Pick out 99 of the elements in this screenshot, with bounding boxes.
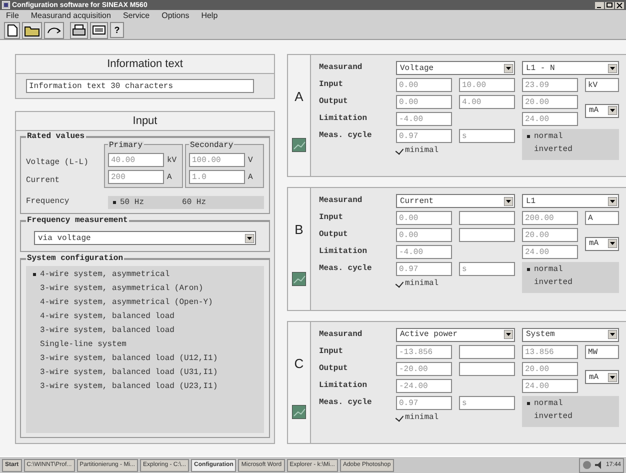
field-label: Input (319, 212, 344, 224)
input-field[interactable] (459, 211, 515, 226)
radio-button[interactable]: normal (526, 265, 615, 274)
unit-label: V (248, 156, 254, 164)
group-title: Rated values (26, 132, 86, 141)
channel-letter: C (294, 356, 304, 371)
channel-letter: A (294, 89, 304, 104)
help-button[interactable]: ? (110, 22, 124, 38)
radio-button[interactable]: 3-wire system, balanced load (U31,I1) (32, 368, 258, 378)
radio-button[interactable]: 3-wire system, balanced load (32, 326, 258, 336)
radio-button[interactable]: inverted (526, 278, 615, 288)
unit-label: kV (167, 156, 178, 164)
dropdown[interactable]: L1 (522, 194, 619, 208)
panel-title: Information text (16, 55, 274, 74)
minimize-icon[interactable] (595, 2, 604, 8)
dropdown-arrow-icon[interactable] (608, 239, 617, 248)
dropdown[interactable]: mA (585, 370, 619, 384)
field-label: Measurand (319, 328, 364, 341)
dropdown-arrow-icon[interactable] (504, 64, 513, 72)
radio-button[interactable]: 4-wire system, asymmetrical (Open-Y) (32, 298, 258, 308)
field-label: Meas. cycle (319, 263, 373, 276)
checkbox[interactable]: minimal (396, 146, 515, 160)
input-field[interactable] (459, 362, 515, 376)
speaker-icon[interactable] (594, 460, 604, 470)
transfer-icon[interactable] (44, 22, 64, 38)
maximize-icon[interactable] (605, 2, 614, 8)
group-title: Frequency measurement (26, 216, 129, 225)
field-label: Limitation (319, 380, 368, 392)
field-label: Measurand (319, 195, 364, 208)
dropdown[interactable]: mA (585, 104, 619, 118)
group-title: Secondary (189, 141, 234, 150)
printer-icon[interactable] (70, 22, 88, 38)
panel-title: Input (16, 112, 274, 131)
field-label: Output (319, 362, 349, 375)
radio-button[interactable]: 4-wire system, balanced load (32, 312, 258, 322)
radio-button[interactable]: 3-wire system, balanced load (U23,I1) (32, 382, 258, 392)
folder-icon[interactable] (22, 22, 42, 38)
app-icon[interactable] (2, 1, 10, 9)
field-label: Limitation (319, 246, 368, 258)
menu-item[interactable]: Help (201, 11, 218, 20)
radio-button[interactable]: normal (526, 398, 615, 408)
chart-icon[interactable] (292, 404, 306, 419)
dropdown[interactable]: Active power (396, 328, 515, 342)
field-label: Input (319, 346, 344, 358)
monitor-icon[interactable] (90, 22, 108, 38)
chart-icon[interactable] (292, 138, 306, 152)
unit-label: A (248, 172, 254, 182)
checkbox[interactable]: minimal (396, 412, 515, 427)
dropdown[interactable]: System (522, 328, 619, 342)
input-field[interactable] (459, 228, 515, 242)
text-field[interactable]: Information text 30 characters (26, 79, 254, 93)
dropdown-arrow-icon[interactable] (608, 196, 617, 206)
field-label: Current (26, 175, 61, 187)
dropdown-arrow-icon[interactable] (245, 234, 254, 242)
dropdown-arrow-icon[interactable] (608, 330, 617, 340)
channel-letter: B (294, 222, 304, 238)
checkbox[interactable]: minimal (396, 279, 515, 294)
input-field[interactable] (459, 344, 515, 359)
dropdown-arrow-icon[interactable] (608, 106, 617, 115)
radio-button[interactable]: inverted (526, 412, 615, 421)
close-icon[interactable] (615, 2, 624, 8)
field-label: Voltage (L-L) (26, 157, 90, 169)
field-label: Limitation (319, 113, 368, 125)
radio-button[interactable]: inverted (526, 145, 615, 154)
field-label: Output (319, 96, 349, 108)
dropdown[interactable]: Current (396, 194, 515, 208)
radio-button[interactable]: Single-line system (32, 340, 258, 350)
radio-button[interactable]: 3-wire system, balanced load (U12,I1) (32, 354, 258, 364)
radio-button[interactable]: 3-wire system, asymmetrical (Aron) (32, 284, 258, 294)
input-field[interactable]: kV (585, 78, 619, 92)
field-label: Input (319, 79, 344, 91)
group-title: Primary (108, 141, 144, 150)
radio-button[interactable]: normal (526, 132, 615, 141)
dropdown-arrow-icon[interactable] (504, 196, 513, 206)
dropdown-arrow-icon[interactable] (504, 330, 513, 340)
field-label: Measurand (319, 62, 364, 74)
input-field[interactable]: A (585, 211, 619, 226)
dropdown[interactable]: L1 - N (522, 61, 619, 75)
menu-item[interactable]: Service (122, 11, 150, 20)
field-label: Meas. cycle (319, 130, 373, 142)
unit-label: A (167, 172, 173, 182)
group-title: System configuration (26, 254, 124, 263)
chart-icon[interactable] (292, 272, 306, 286)
field-label: Output (319, 229, 349, 242)
menu-item[interactable]: Options (162, 11, 190, 20)
dropdown-arrow-icon[interactable] (608, 372, 617, 382)
menu-item[interactable]: File (6, 11, 19, 20)
dropdown-arrow-icon[interactable] (608, 64, 617, 72)
field-label: Frequency (26, 196, 70, 208)
input-field[interactable]: MW (585, 344, 619, 359)
new-file-icon[interactable] (4, 22, 20, 38)
dropdown[interactable]: Voltage (396, 61, 515, 75)
dropdown[interactable]: via voltage (34, 231, 256, 245)
radio-button[interactable]: 50 Hz (112, 198, 144, 206)
dropdown[interactable]: mA (585, 236, 619, 251)
field-label: Meas. cycle (319, 396, 373, 409)
radio-button[interactable]: 4-wire system, asymmetrical (32, 270, 258, 280)
menu-item[interactable]: Measurand acquisition (30, 11, 111, 20)
radio-button[interactable]: 60 Hz (174, 198, 206, 206)
